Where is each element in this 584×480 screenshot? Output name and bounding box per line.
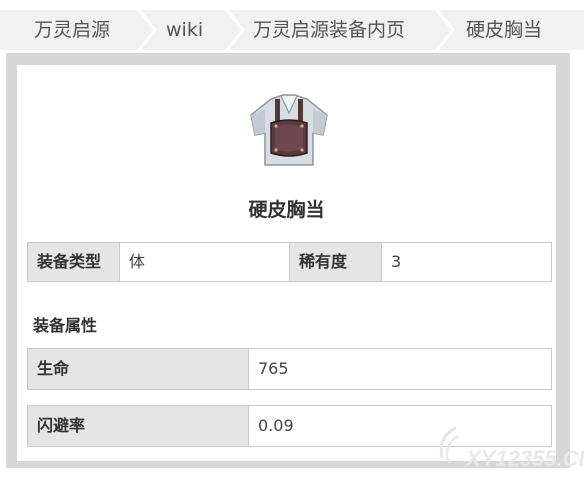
attribute-label: 闪避率 [28, 406, 248, 446]
attribute-value: 765 [248, 349, 551, 389]
attribute-label: 生命 [28, 349, 248, 389]
chevron-right-icon [434, 10, 456, 50]
breadcrumb-item-equipment-page[interactable]: 万灵启源装备内页 [253, 10, 405, 50]
chevron-right-icon [224, 10, 246, 50]
info-table-row: 装备类型 体 稀有度 3 [27, 242, 552, 282]
chevron-right-icon [136, 10, 158, 50]
rarity-value: 3 [381, 243, 551, 281]
breadcrumb-item-home[interactable]: 万灵启源 [34, 10, 110, 50]
item-card: 硬皮胸当 装备类型 体 稀有度 3 装备属性 生命 765 闪避率 0.09 [17, 65, 556, 461]
rarity-label: 稀有度 [289, 243, 381, 281]
watermark-logo: XY12355.CN [434, 418, 584, 476]
attribute-row: 生命 765 [27, 348, 552, 390]
section-title-attributes: 装备属性 [33, 316, 98, 335]
watermark-text: XY12355.CN [464, 446, 584, 471]
breadcrumb-item-wiki[interactable]: wiki [166, 10, 203, 50]
leather-chest-armor-icon [243, 91, 335, 171]
item-panel: 硬皮胸当 装备类型 体 稀有度 3 装备属性 生命 765 闪避率 0.09 [6, 53, 570, 468]
equipment-type-value: 体 [119, 243, 289, 281]
item-title: 硬皮胸当 [248, 199, 325, 221]
breadcrumb: 万灵启源 wiki 万灵启源装备内页 硬皮胸当 [0, 10, 584, 50]
equipment-type-label: 装备类型 [28, 243, 119, 281]
breadcrumb-item-current: 硬皮胸当 [466, 19, 543, 41]
